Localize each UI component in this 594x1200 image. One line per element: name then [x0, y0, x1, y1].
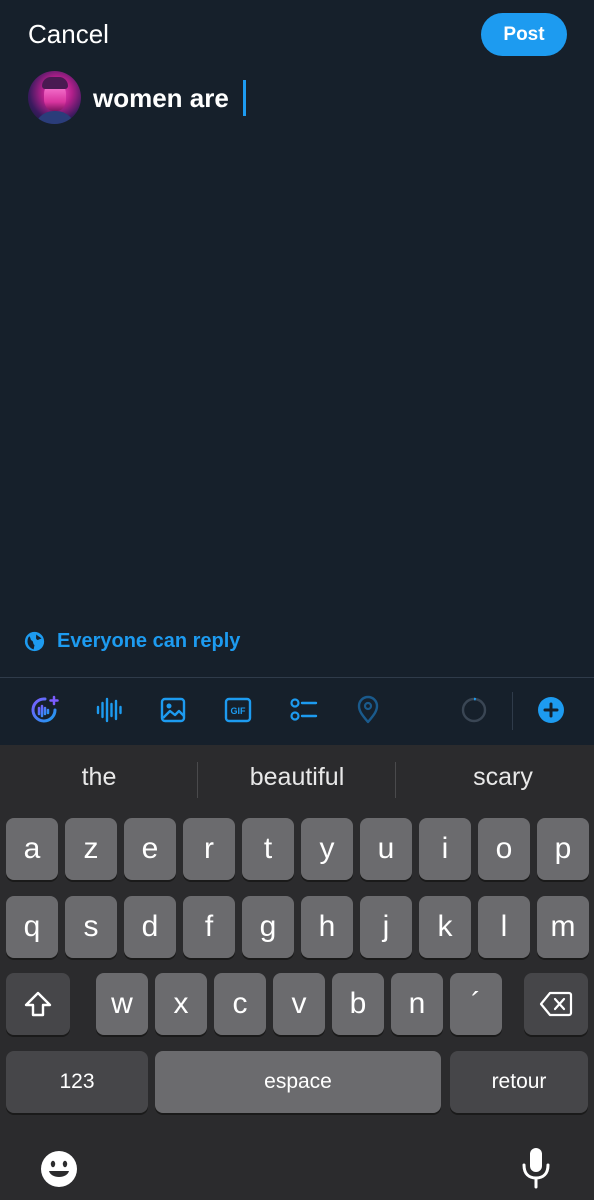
key-j[interactable]: j — [360, 896, 412, 958]
key-a[interactable]: a — [6, 818, 58, 880]
key-c[interactable]: c — [214, 973, 266, 1035]
suggestion-3[interactable]: scary — [407, 763, 594, 792]
gif-icon[interactable]: GIF — [222, 694, 254, 726]
key-z[interactable]: z — [65, 818, 117, 880]
key-v[interactable]: v — [273, 973, 325, 1035]
key-n[interactable]: n — [391, 973, 443, 1035]
key-w[interactable]: w — [96, 973, 148, 1035]
grok-icon[interactable] — [29, 694, 61, 726]
backspace-icon — [539, 991, 573, 1017]
key-u[interactable]: u — [360, 818, 412, 880]
post-button[interactable]: Post — [481, 13, 567, 56]
compose-screen: Cancel Post women are Everyone can reply — [0, 0, 594, 745]
compose-input[interactable]: women are — [93, 83, 229, 114]
suggestion-2[interactable]: beautiful — [198, 763, 396, 792]
shift-icon — [24, 991, 52, 1017]
location-icon[interactable] — [352, 694, 384, 726]
key-g[interactable]: g — [242, 896, 294, 958]
key-d[interactable]: d — [124, 896, 176, 958]
key-y[interactable]: y — [301, 818, 353, 880]
suggestion-bar: the beautiful scary — [0, 745, 594, 813]
space-key[interactable]: espace — [155, 1051, 441, 1113]
svg-text:GIF: GIF — [231, 706, 247, 716]
key-e[interactable]: e — [124, 818, 176, 880]
avatar — [28, 71, 81, 124]
key-q[interactable]: q — [6, 896, 58, 958]
microphone-icon[interactable] — [518, 1145, 554, 1191]
poll-icon[interactable] — [287, 694, 319, 726]
voice-icon[interactable] — [93, 694, 125, 726]
key-accent[interactable]: ´ — [450, 973, 502, 1035]
key-p[interactable]: p — [537, 818, 589, 880]
key-h[interactable]: h — [301, 896, 353, 958]
shift-key[interactable] — [6, 973, 70, 1035]
key-r[interactable]: r — [183, 818, 235, 880]
key-m[interactable]: m — [537, 896, 589, 958]
reply-settings-label: Everyone can reply — [57, 630, 241, 652]
key-b[interactable]: b — [332, 973, 384, 1035]
text-cursor — [243, 80, 246, 116]
key-t[interactable]: t — [242, 818, 294, 880]
keyboard: the beautiful scary a z e r t y u i o p … — [0, 745, 594, 1200]
emoji-icon[interactable] — [38, 1148, 80, 1190]
return-key[interactable]: retour — [450, 1051, 588, 1113]
key-s[interactable]: s — [65, 896, 117, 958]
numbers-key[interactable]: 123 — [6, 1051, 148, 1113]
key-l[interactable]: l — [478, 896, 530, 958]
cancel-button[interactable]: Cancel — [28, 19, 109, 50]
key-i[interactable]: i — [419, 818, 471, 880]
globe-icon — [24, 631, 45, 652]
compose-toolbar: GIF — [0, 678, 594, 745]
add-thread-icon[interactable] — [535, 694, 567, 726]
reply-settings[interactable]: Everyone can reply — [24, 630, 240, 653]
image-icon[interactable] — [157, 694, 189, 726]
toolbar-divider — [512, 692, 513, 730]
delete-key[interactable] — [524, 973, 588, 1035]
suggestion-divider — [395, 762, 396, 798]
key-f[interactable]: f — [183, 896, 235, 958]
char-counter-icon — [458, 694, 490, 726]
suggestion-1[interactable]: the — [0, 763, 198, 792]
key-x[interactable]: x — [155, 973, 207, 1035]
key-o[interactable]: o — [478, 818, 530, 880]
key-k[interactable]: k — [419, 896, 471, 958]
